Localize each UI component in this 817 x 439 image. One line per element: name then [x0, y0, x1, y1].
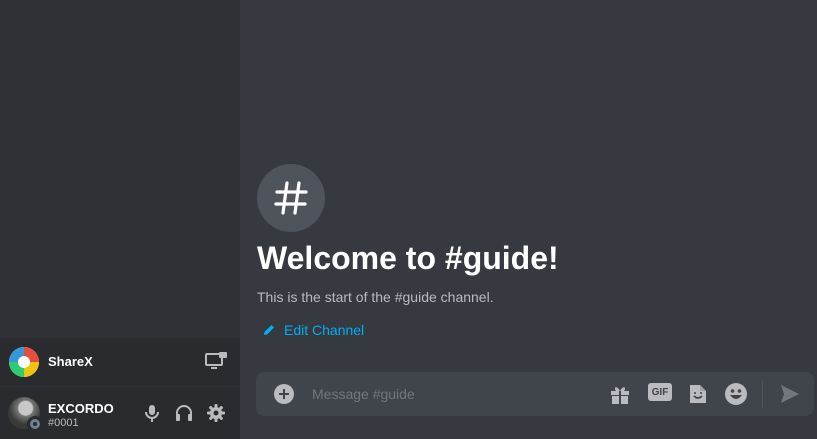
user-panel: EXCORDO #0001: [0, 387, 240, 439]
channel-sidebar: ShareX EXCORDO #0001: [0, 0, 240, 439]
edit-channel-link[interactable]: Edit Channel: [262, 322, 364, 338]
headphones-icon[interactable]: [174, 403, 194, 423]
status-offline-indicator: [27, 416, 43, 432]
gift-icon[interactable]: [608, 382, 632, 406]
emoji-icon[interactable]: [724, 382, 748, 406]
activity-app-name: ShareX: [48, 354, 93, 369]
sharex-logo-icon: [9, 347, 39, 377]
sticker-icon[interactable]: [686, 382, 710, 406]
edit-channel-label: Edit Channel: [284, 322, 365, 338]
welcome-title: Welcome to #guide!: [257, 240, 559, 276]
channel-description: This is the start of the #guide channel.: [257, 289, 494, 305]
hash-icon: [274, 181, 308, 215]
username: EXCORDO: [48, 401, 114, 416]
composer-divider: [762, 380, 763, 408]
user-avatar-wrapper[interactable]: [8, 397, 43, 432]
microphone-icon[interactable]: [142, 403, 162, 423]
settings-gear-icon[interactable]: [206, 403, 226, 423]
add-attachment-icon[interactable]: [274, 384, 294, 404]
chat-area: Welcome to #guide! This is the start of …: [240, 0, 817, 439]
activity-panel: ShareX: [0, 338, 240, 386]
send-icon[interactable]: [778, 382, 802, 406]
screen-share-icon[interactable]: [205, 352, 227, 372]
message-composer: GIF: [256, 372, 814, 416]
user-tag: #0001: [48, 417, 79, 429]
channel-hash-badge: [257, 164, 325, 232]
message-input[interactable]: [312, 384, 592, 404]
pencil-icon: [264, 325, 274, 335]
gif-button[interactable]: GIF: [648, 383, 672, 401]
